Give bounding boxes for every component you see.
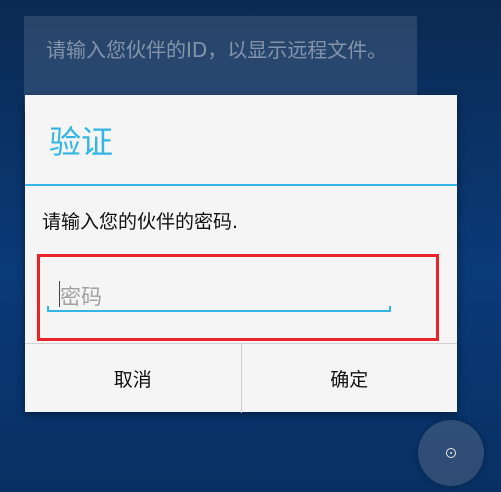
confirm-button[interactable]: 确定 [242, 344, 458, 412]
password-underline [47, 306, 391, 312]
dialog-button-row: 取消 确定 [25, 343, 458, 413]
authentication-dialog: 验证 请输入您的伙伴的密码. 取消 确定 [25, 95, 458, 413]
cancel-button[interactable]: 取消 [25, 344, 241, 412]
dialog-title: 验证 [49, 123, 114, 161]
text-caret [59, 281, 60, 307]
target-dot-icon [446, 448, 456, 458]
dialog-message: 请输入您的伙伴的密码. [42, 211, 239, 233]
title-divider [25, 184, 457, 186]
remote-id-instruction: 请输入您伙伴的ID，以显示远程文件。 [46, 38, 388, 62]
floating-action-button[interactable] [418, 420, 484, 486]
